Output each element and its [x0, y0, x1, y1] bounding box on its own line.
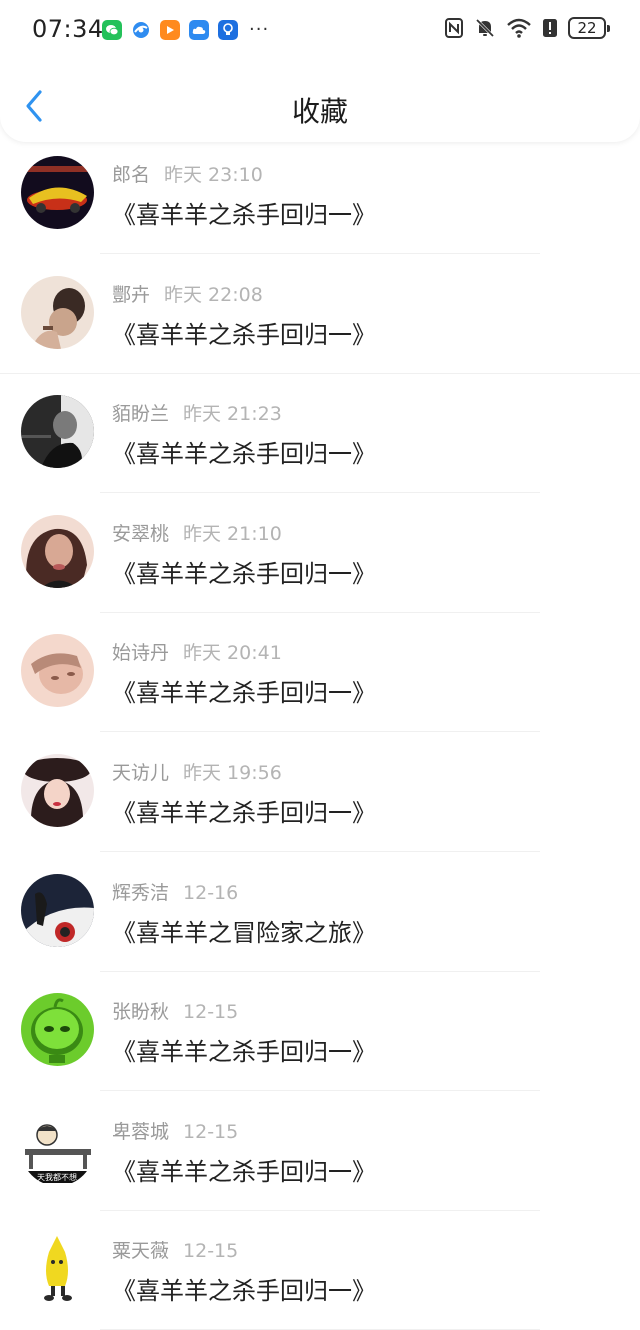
avatar[interactable]: 天我都不想 [21, 1112, 94, 1186]
avatar-caption: 天我都不想 [37, 1172, 77, 1182]
item-meta: 辉秀洁 12-16 [112, 878, 238, 905]
item-meta: 貊盼兰 昨天 21:23 [112, 399, 282, 426]
item-time: 昨天 19:56 [183, 761, 282, 784]
browser-icon [131, 20, 151, 40]
list-item[interactable]: 酆卉 昨天 22:08 《喜羊羊之杀手回归一》 [0, 256, 640, 376]
item-title: 《喜羊羊之杀手回归一》 [112, 1157, 376, 1186]
item-title: 《喜羊羊之杀手回归一》 [112, 798, 376, 827]
item-time: 昨天 23:10 [164, 164, 263, 186]
favorites-list: 郎名 昨天 23:10 《喜羊羊之杀手回归一》 酆卉 昨天 22:08 《喜羊羊之杀… [0, 136, 640, 1330]
item-meta: 卑蓉城 12-15 [112, 1117, 238, 1144]
avatar[interactable] [21, 156, 94, 229]
list-item[interactable]: 辉秀洁 12-16 《喜羊羊之冒险家之旅》 [0, 854, 640, 974]
author-name: 张盼秋 [112, 1001, 170, 1024]
author-name: 卑蓉城 [112, 1120, 170, 1143]
divider [100, 970, 540, 972]
item-time: 昨天 22:08 [164, 283, 263, 306]
item-meta: 安翠桃 昨天 21:10 [112, 519, 282, 546]
avatar[interactable] [21, 753, 94, 827]
list-item[interactable]: 貊盼兰 昨天 21:23 《喜羊羊之杀手回归一》 [0, 375, 640, 495]
item-title: 《喜羊羊之杀手回归一》 [112, 201, 376, 229]
divider [100, 731, 540, 733]
avatar[interactable] [21, 275, 94, 349]
item-meta: 郎名 昨天 23:10 [112, 160, 263, 187]
item-title: 《喜羊羊之杀手回归一》 [112, 1277, 376, 1306]
divider [100, 492, 540, 494]
item-title: 《喜羊羊之杀手回归一》 [112, 320, 376, 349]
list-item[interactable]: 郎名 昨天 23:10 《喜羊羊之杀手回归一》 [0, 136, 640, 256]
list-item[interactable]: 始诗丹 昨天 20:41 《喜羊羊之杀手回归一》 [0, 614, 640, 734]
mute-bell-icon [475, 18, 495, 38]
item-meta: 张盼秋 12-15 [112, 997, 238, 1024]
avatar[interactable] [21, 1232, 94, 1306]
author-name: 始诗丹 [112, 642, 170, 665]
item-title: 《喜羊羊之冒险家之旅》 [112, 918, 376, 947]
author-name: 天访儿 [112, 761, 170, 784]
status-bar: 07:34 ··· 22 [0, 0, 640, 60]
avatar[interactable] [21, 395, 94, 469]
item-time: 昨天 21:10 [183, 522, 282, 545]
avatar[interactable] [21, 873, 94, 947]
item-title: 《喜羊羊之杀手回归一》 [112, 1038, 376, 1067]
item-time: 12-15 [183, 1240, 239, 1263]
list-item[interactable]: 天访儿 昨天 19:56 《喜羊羊之杀手回归一》 [0, 734, 640, 854]
item-time: 12-16 [183, 881, 239, 904]
cloud-app-icon [189, 20, 209, 40]
list-item[interactable]: 天我都不想 卑蓉城 12-15 《喜羊羊之杀手回归一》 [0, 1093, 640, 1213]
item-title: 《喜羊羊之杀手回归一》 [112, 559, 376, 588]
item-time: 12-15 [183, 1001, 239, 1024]
author-name: 粟天薇 [112, 1240, 170, 1263]
item-time: 12-15 [183, 1120, 239, 1143]
lightbulb-app-icon [218, 20, 238, 40]
avatar[interactable] [21, 514, 94, 588]
notification-icons: ··· [102, 20, 269, 40]
alert-icon [543, 19, 557, 37]
item-meta: 酆卉 昨天 22:08 [112, 280, 263, 307]
author-name: 貊盼兰 [112, 403, 170, 426]
avatar[interactable] [21, 993, 94, 1067]
author-name: 郎名 [112, 164, 151, 186]
list-item[interactable]: 张盼秋 12-15 《喜羊羊之杀手回归一》 [0, 973, 640, 1093]
divider [100, 253, 540, 254]
nfc-icon [445, 18, 463, 38]
author-name: 辉秀洁 [112, 881, 170, 904]
divider [0, 372, 640, 374]
item-meta: 天访儿 昨天 19:56 [112, 758, 282, 785]
item-title: 《喜羊羊之杀手回归一》 [112, 440, 376, 469]
item-time: 昨天 21:23 [183, 403, 282, 426]
more-notifications-indicator: ··· [249, 19, 270, 40]
divider [100, 1209, 540, 1211]
status-time: 07:34 [32, 15, 104, 43]
item-time: 昨天 20:41 [183, 642, 282, 665]
author-name: 酆卉 [112, 283, 151, 306]
divider [100, 611, 540, 613]
wechat-icon [102, 20, 122, 40]
video-app-icon [160, 20, 180, 40]
item-meta: 始诗丹 昨天 20:41 [112, 638, 282, 665]
list-item[interactable]: 粟天薇 12-15 《喜羊羊之杀手回归一》 [0, 1212, 640, 1330]
battery-level: 22 [577, 19, 597, 37]
divider [100, 850, 540, 852]
list-item[interactable]: 安翠桃 昨天 21:10 《喜羊羊之杀手回归一》 [0, 495, 640, 615]
system-icons: 22 [444, 17, 610, 39]
battery-tip [607, 25, 610, 32]
battery-indicator: 22 [568, 17, 610, 39]
item-title: 《喜羊羊之杀手回归一》 [112, 679, 376, 708]
page-title: 收藏 [291, 95, 348, 128]
nav-bar: 收藏 [0, 70, 640, 142]
author-name: 安翠桃 [112, 522, 170, 545]
header: 07:34 ··· 22 收藏 [0, 0, 640, 142]
item-meta: 粟天薇 12-15 [112, 1236, 238, 1263]
wifi-icon [507, 18, 531, 38]
avatar[interactable] [21, 634, 94, 708]
divider [100, 1090, 540, 1092]
favorites-screen: 07:34 ··· 22 收藏 郎名 昨天 23:10 《喜羊羊之杀手回归一》 … [0, 0, 640, 1330]
